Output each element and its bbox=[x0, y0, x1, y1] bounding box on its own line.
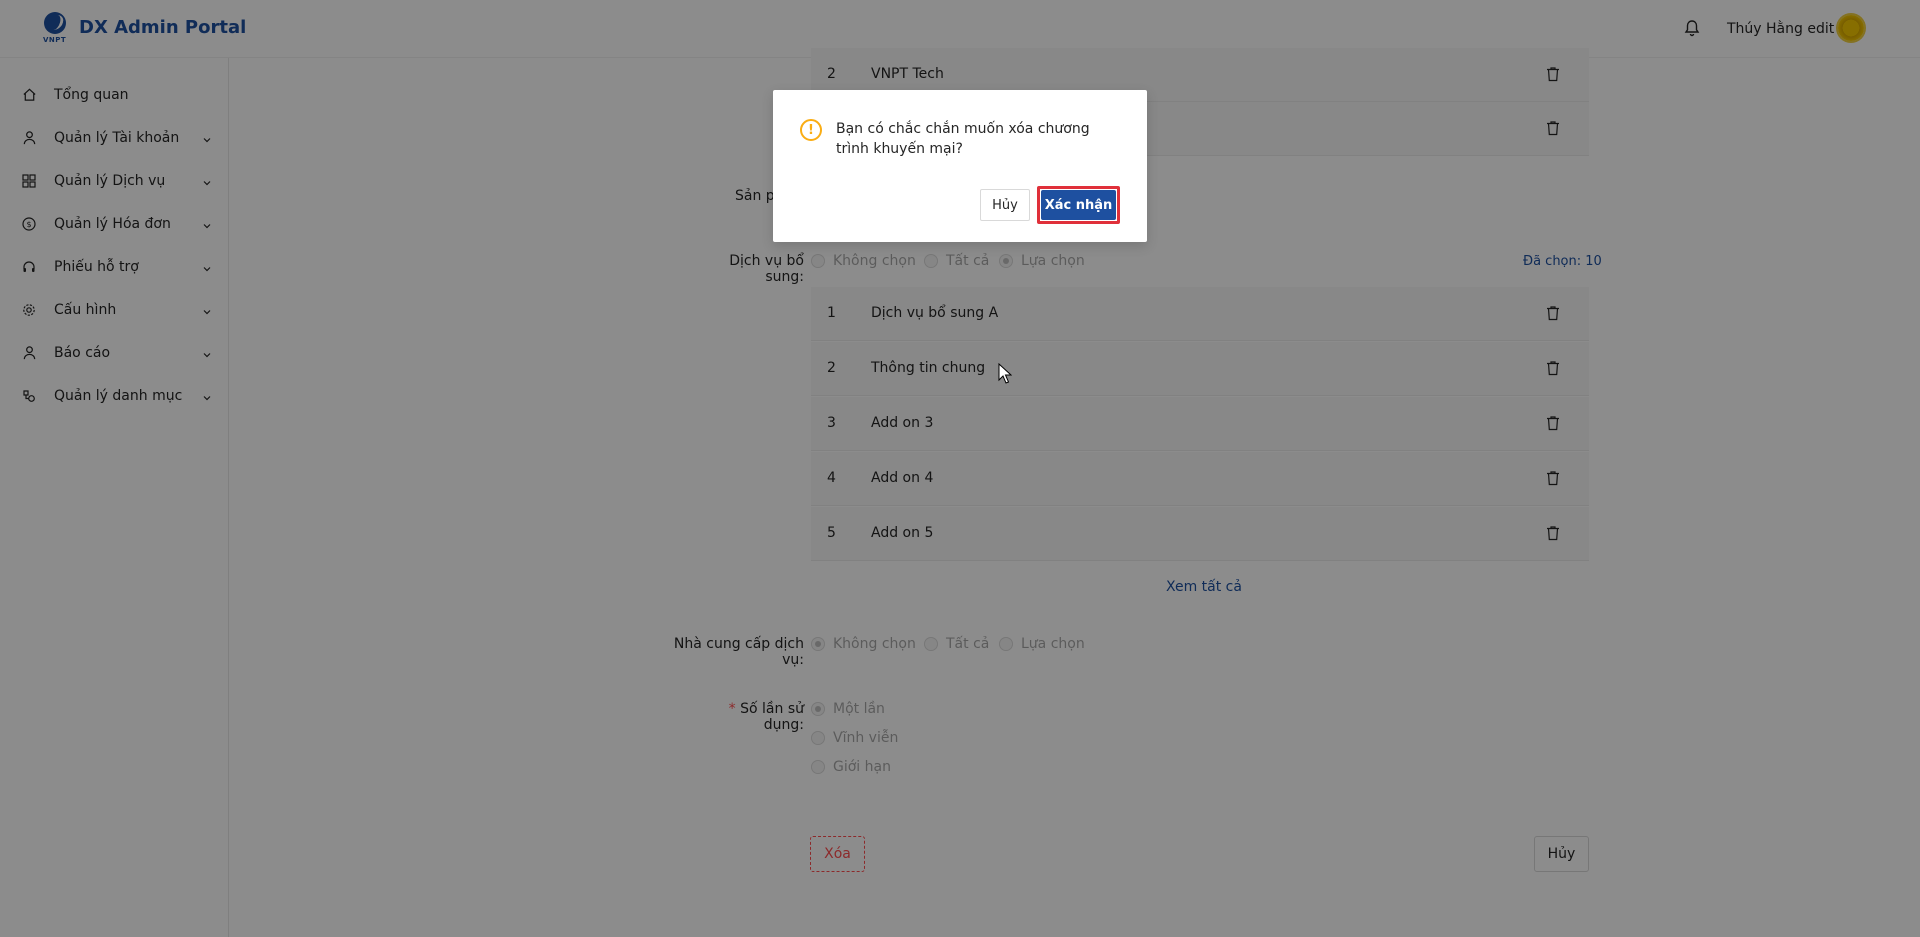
dialog-cancel-button[interactable]: Hủy bbox=[980, 189, 1030, 221]
warning-icon: ! bbox=[800, 119, 822, 141]
dialog-message: Bạn có chắc chắn muốn xóa chương trình k… bbox=[836, 121, 1090, 157]
confirm-dialog: ! Bạn có chắc chắn muốn xóa chương trình… bbox=[773, 90, 1147, 242]
dialog-confirm-button[interactable]: Xác nhận bbox=[1041, 190, 1116, 220]
mouse-cursor-icon bbox=[998, 362, 1013, 385]
